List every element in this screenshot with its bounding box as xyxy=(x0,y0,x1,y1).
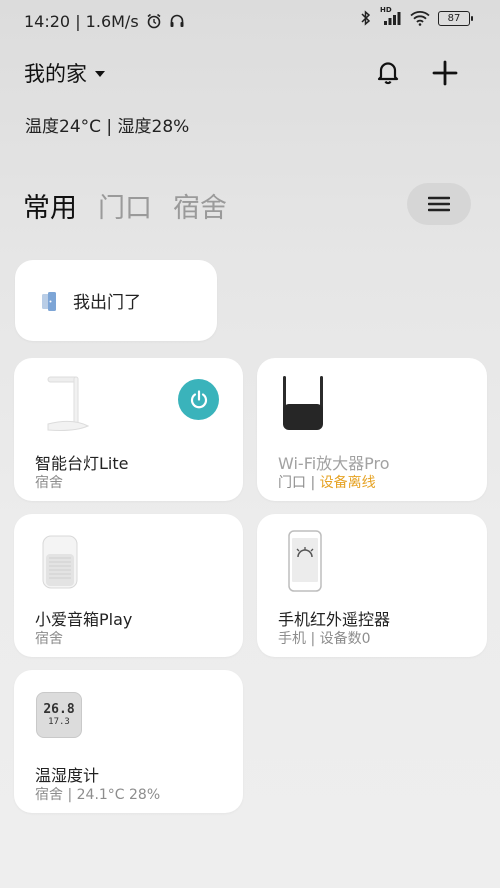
thermometer-display-humidity: 17.3 xyxy=(48,717,70,727)
device-name: 手机红外遥控器 xyxy=(278,610,391,629)
scene-card-leave-home[interactable]: 我出门了 xyxy=(15,260,217,341)
device-status-line: 宿舍 | 24.1°C 28% xyxy=(35,787,161,803)
desk-lamp-image xyxy=(47,376,90,431)
door-icon xyxy=(42,291,56,311)
network-speed: 1.6M/s xyxy=(85,12,139,31)
bluetooth-icon xyxy=(361,10,371,26)
alarm-icon xyxy=(147,13,161,29)
device-card-smart-speaker[interactable]: 小爱音箱Play 宿舍 xyxy=(14,514,243,657)
tab-common[interactable]: 常用 xyxy=(23,186,77,225)
status-bar-left: 14:20 | 1.6M/s xyxy=(24,12,185,31)
battery-indicator: 87 xyxy=(438,10,473,26)
status-bar-right: HD 87 xyxy=(360,6,473,26)
device-name: 温湿度计 xyxy=(35,766,100,785)
cell-signal-icon xyxy=(384,12,401,25)
tab-doorway[interactable]: 门口 xyxy=(98,186,152,225)
wifi-extender-image xyxy=(283,376,323,430)
device-status-line: 手机 | 设备数0 xyxy=(278,631,371,647)
headphones-icon xyxy=(170,14,184,27)
device-reading: 24.1°C 28% xyxy=(76,787,161,803)
home-climate-summary: 温度24°C | 湿度28% xyxy=(25,117,190,137)
battery-level: 87 xyxy=(447,12,461,24)
device-card-desk-lamp[interactable]: 智能台灯Lite 宿舍 xyxy=(14,358,243,501)
scene-label: 我出门了 xyxy=(73,293,141,313)
device-name: Wi-Fi放大器Pro xyxy=(278,454,390,473)
device-room: 宿舍 xyxy=(35,475,63,491)
signal-group: HD xyxy=(380,6,402,26)
power-toggle-button[interactable] xyxy=(178,379,219,420)
device-name: 智能台灯Lite xyxy=(35,454,129,473)
device-name: 小爱音箱Play xyxy=(35,610,133,629)
device-card-ir-remote[interactable]: 手机红外遥控器 手机 | 设备数0 xyxy=(257,514,487,657)
add-device-icon[interactable] xyxy=(430,58,460,88)
clock-time: 14:20 xyxy=(24,12,71,31)
menu-icon xyxy=(428,196,450,212)
device-offline-status: 设备离线 xyxy=(319,475,376,491)
device-status-line: 门口 | 设备离线 xyxy=(278,475,376,491)
wifi-icon xyxy=(410,11,430,26)
device-room: 手机 xyxy=(278,631,306,647)
thermometer-display-temp: 26.8 xyxy=(43,702,75,717)
thermometer-image: 26.8 17.3 xyxy=(36,692,82,738)
home-selector[interactable]: 我的家 xyxy=(24,58,105,88)
device-card-thermo-hygrometer[interactable]: 26.8 17.3 温湿度计 宿舍 | 24.1°C 28% xyxy=(14,670,243,813)
device-count: 设备数0 xyxy=(319,631,371,647)
device-room: 宿舍 xyxy=(35,787,63,803)
home-name: 我的家 xyxy=(24,62,87,86)
device-room: 宿舍 xyxy=(35,631,63,647)
phone-remote-image xyxy=(288,530,322,592)
menu-button[interactable] xyxy=(407,183,471,225)
device-card-wifi-extender[interactable]: Wi-Fi放大器Pro 门口 | 设备离线 xyxy=(257,358,487,501)
smart-speaker-image xyxy=(42,535,78,589)
tab-dorm[interactable]: 宿舍 xyxy=(173,186,227,225)
caret-down-icon xyxy=(95,71,105,77)
bell-icon[interactable] xyxy=(374,58,402,86)
power-icon xyxy=(190,389,207,408)
device-room: 门口 xyxy=(278,475,306,491)
